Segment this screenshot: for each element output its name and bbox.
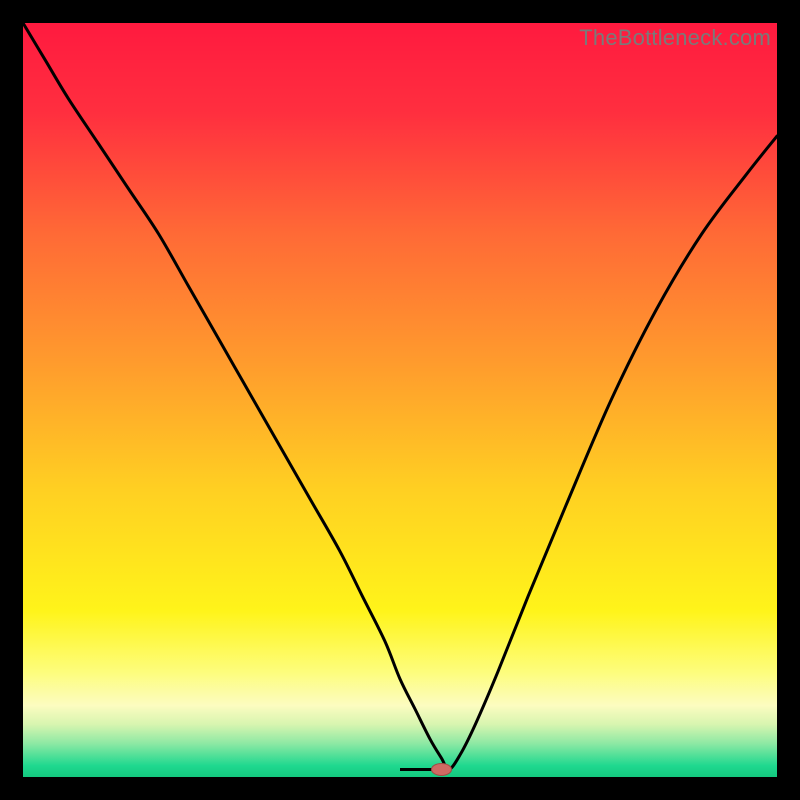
bottleneck-chart bbox=[23, 23, 777, 777]
watermark-label: TheBottleneck.com bbox=[579, 25, 771, 51]
optimal-point-marker bbox=[431, 763, 451, 775]
chart-frame: TheBottleneck.com bbox=[23, 23, 777, 777]
gradient-background bbox=[23, 23, 777, 777]
